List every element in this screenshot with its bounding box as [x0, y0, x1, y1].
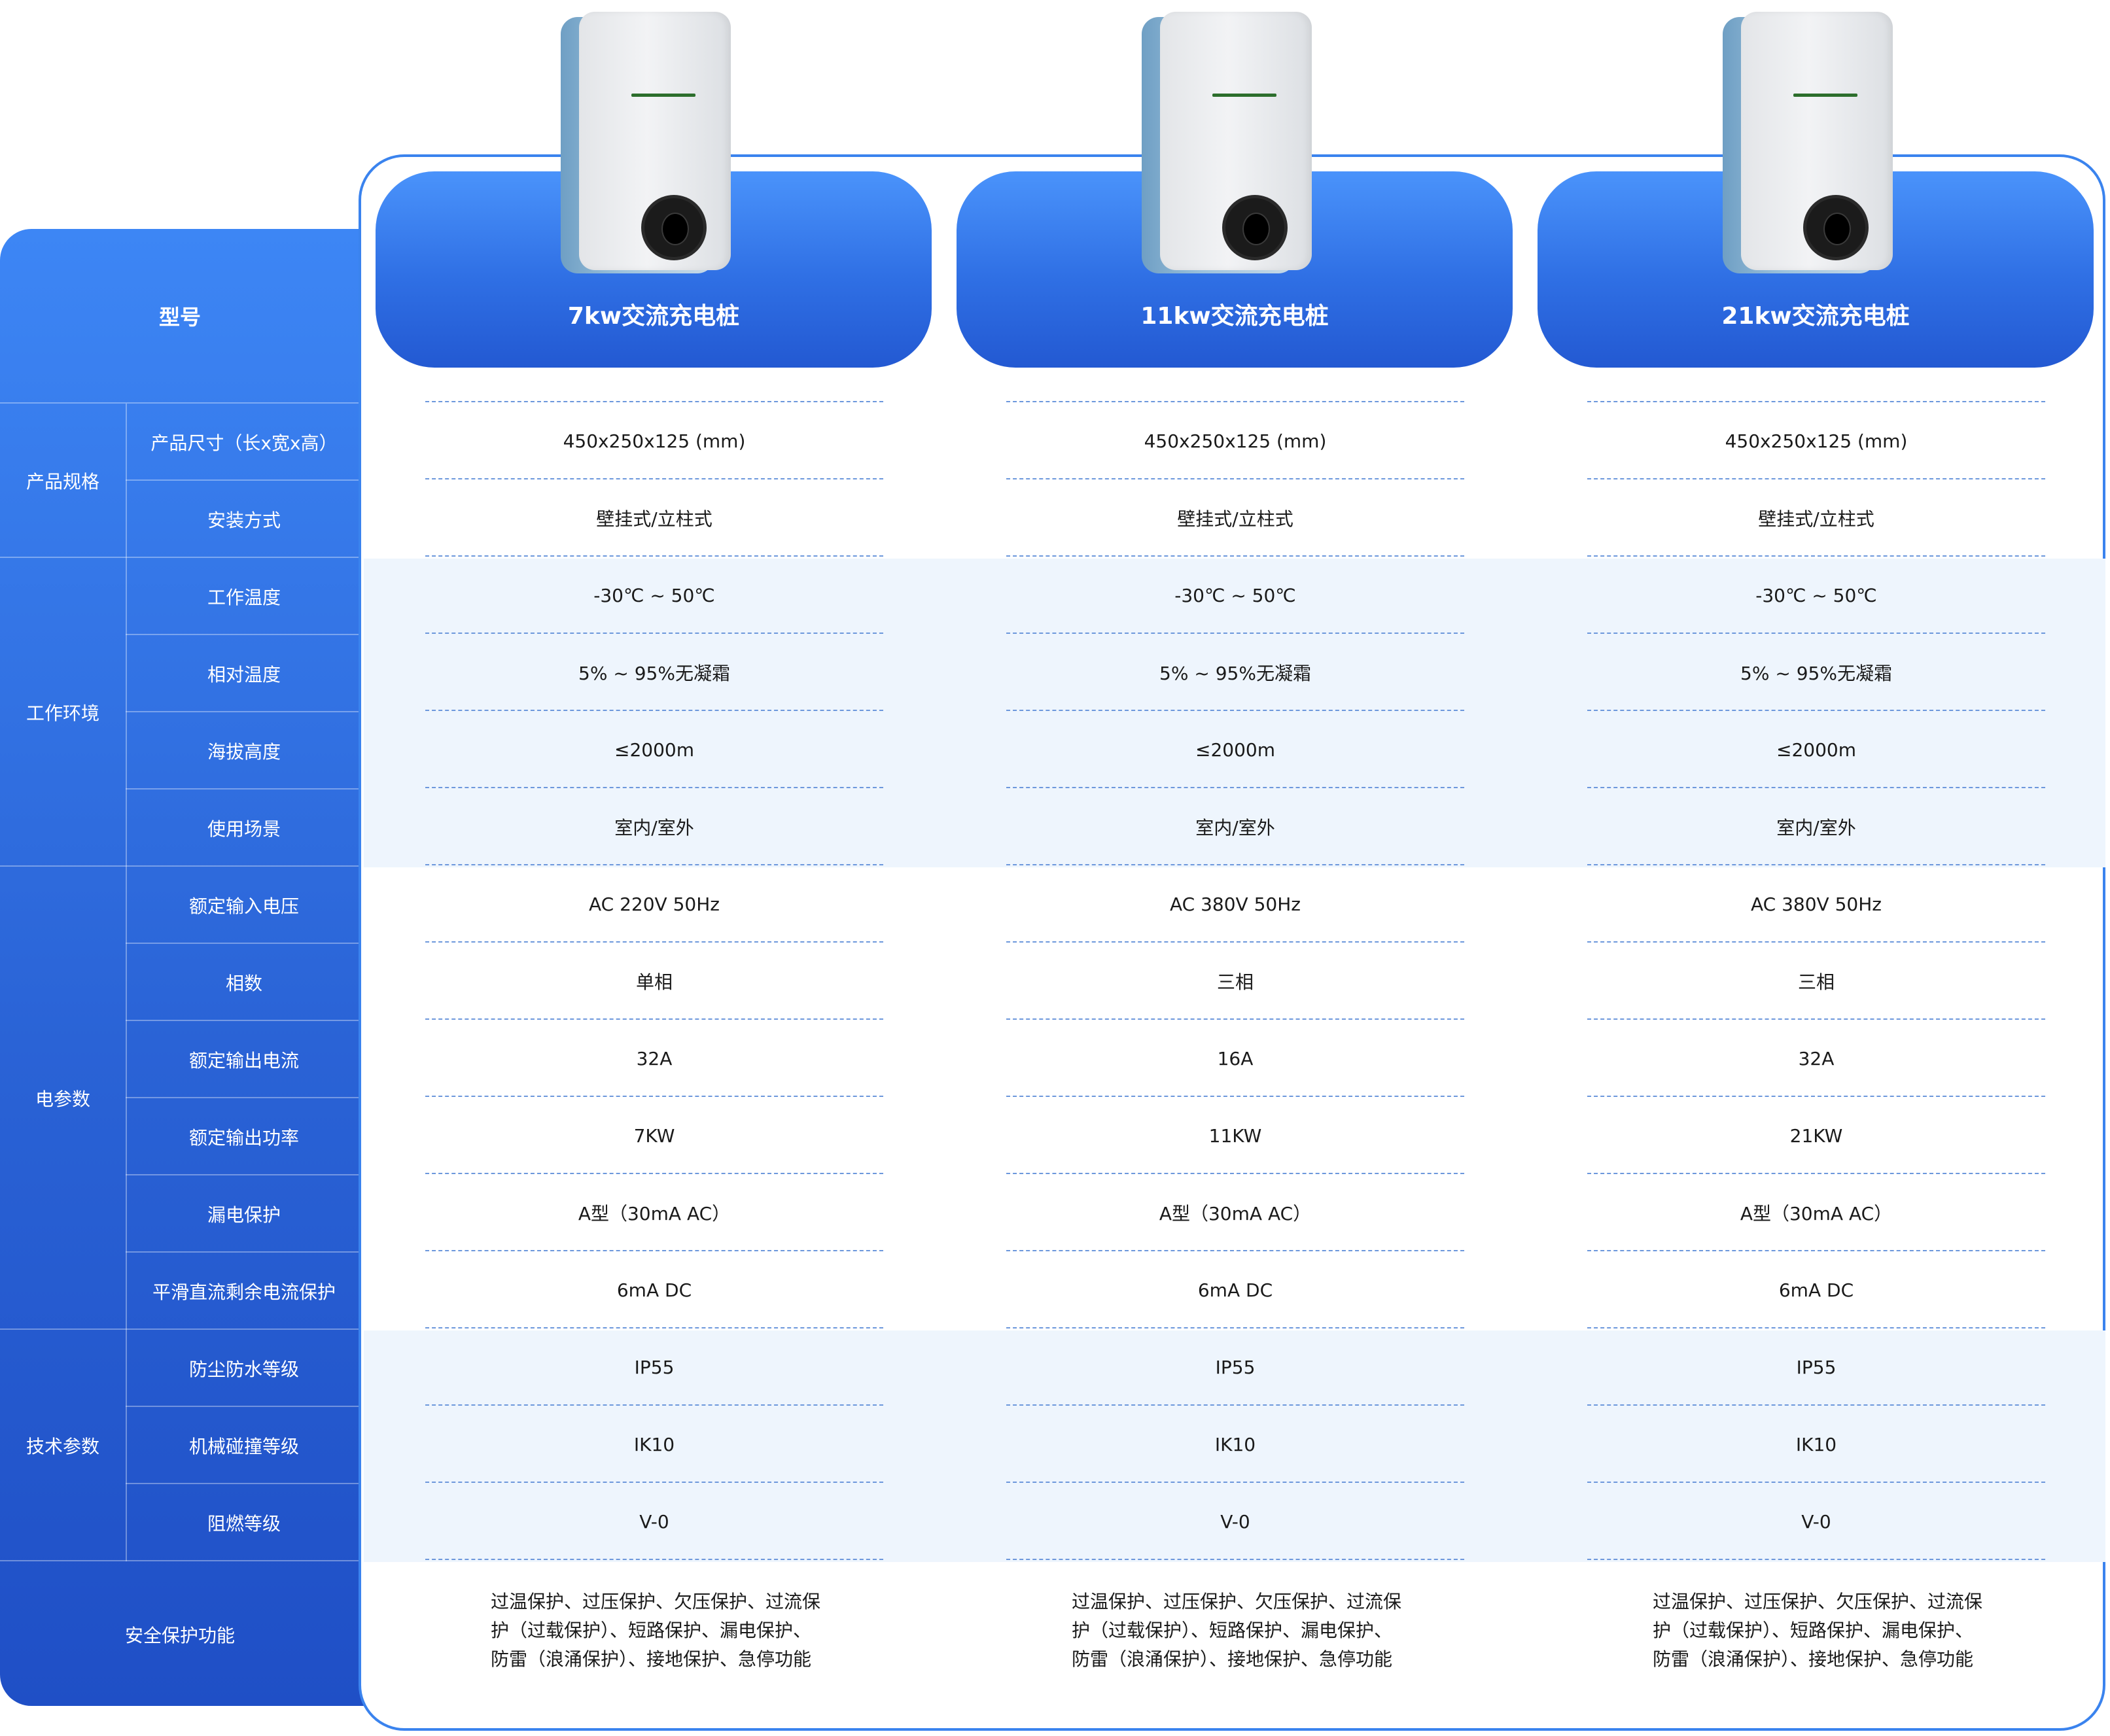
safety-line: 过温保护、过压保护、欠压保护、过流保	[1072, 1591, 1402, 1612]
value-cell: 单相	[635, 971, 673, 993]
row-label: 工作温度	[126, 557, 361, 635]
value-cell: V-0	[639, 1510, 669, 1533]
value-cell: 室内/室外	[614, 817, 694, 839]
value-cell: IP55	[1796, 1356, 1837, 1378]
row-label: 使用场景	[126, 788, 361, 867]
row-label: 机械碰撞等级	[126, 1406, 361, 1484]
model-name: 7kw交流充电桩	[567, 303, 740, 330]
row-label: 额定输出功率	[126, 1097, 361, 1175]
group-label: 产品规格	[0, 402, 126, 558]
value-cell: ≤2000m	[1776, 738, 1856, 761]
status-led-icon	[1212, 94, 1276, 97]
value-cell: 5% ~ 95%无凝霜	[1159, 663, 1311, 684]
safety-line: 护（过载保护）、短路保护、漏电保护、	[1653, 1620, 1974, 1641]
value-cell: A型（30mA AC）	[578, 1203, 731, 1224]
row-label: 产品尺寸（长x宽x高）	[126, 402, 361, 481]
value-cell: A型（30mA AC）	[1740, 1203, 1893, 1224]
value-cell: 壁挂式/立柱式	[1758, 508, 1874, 530]
safety-line: 防雷（浪涌保护）、接地保护、急停功能	[1653, 1648, 1974, 1670]
value-cell: 室内/室外	[1195, 817, 1275, 839]
safety-line: 护（过载保护）、短路保护、漏电保护、	[491, 1620, 812, 1641]
model-name: 11kw交流充电桩	[1140, 303, 1329, 330]
value-cell: 21KW	[1789, 1124, 1843, 1147]
safety-line: 过温保护、过压保护、欠压保护、过流保	[491, 1591, 821, 1612]
value-cell: 5% ~ 95%无凝霜	[578, 663, 730, 684]
charging-socket-icon	[1806, 198, 1865, 257]
value-cell: 6mA DC	[1197, 1279, 1273, 1301]
row-label: 漏电保护	[126, 1174, 361, 1253]
value-cell: 450x250x125 (mm)	[1144, 430, 1327, 452]
value-cell: IP55	[1215, 1356, 1256, 1378]
value-cell: IK10	[1795, 1433, 1837, 1455]
value-cell: 三相	[1797, 971, 1835, 993]
charger-image-11kw	[1142, 12, 1312, 277]
row-label: 海拔高度	[126, 711, 361, 790]
value-cell: 11KW	[1208, 1124, 1262, 1147]
spec-label-panel: 型号 产品规格 产品尺寸（长x宽x高） 安装方式 工作环境 工作温度 相对温度 海拔高度 使用…	[0, 229, 379, 1706]
row-label: 阻燃等级	[126, 1483, 361, 1561]
value-cell: ≤2000m	[1195, 738, 1275, 761]
safety-line: 防雷（浪涌保护）、接地保护、急停功能	[1072, 1648, 1393, 1670]
row-label: 防尘防水等级	[126, 1328, 361, 1407]
value-cell: A型（30mA AC）	[1159, 1203, 1312, 1224]
charging-socket-icon	[1225, 198, 1284, 257]
model-header-label: 型号	[158, 304, 201, 330]
safety-label: 安全保护功能	[0, 1560, 360, 1707]
value-cell: 壁挂式/立柱式	[1177, 508, 1293, 530]
safety-features-text: 过温保护、过压保护、欠压保护、过流保 护（过载保护）、短路保护、漏电保护、 防雷（浪…	[1072, 1588, 1412, 1674]
value-cell: ≤2000m	[614, 738, 694, 761]
charging-socket-icon	[644, 198, 703, 257]
group-label: 电参数	[0, 865, 126, 1330]
row-label: 额定输入电压	[126, 865, 361, 944]
value-cell: 6mA DC	[1778, 1279, 1854, 1301]
charger-image-7kw	[561, 12, 731, 277]
value-cell: 32A	[1798, 1047, 1835, 1069]
value-cell: AC 380V 50Hz	[1170, 893, 1301, 915]
value-cell: AC 380V 50Hz	[1751, 893, 1882, 915]
value-cell: 室内/室外	[1776, 817, 1856, 839]
value-cell: -30℃ ~ 50℃	[593, 584, 715, 606]
value-cell: AC 220V 50Hz	[589, 893, 720, 915]
value-cell: 5% ~ 95%无凝霜	[1740, 663, 1892, 684]
row-label: 相对温度	[126, 634, 361, 712]
value-cell: 壁挂式/立柱式	[596, 508, 712, 530]
row-label: 安装方式	[126, 479, 361, 558]
value-cell: IK10	[1214, 1433, 1256, 1455]
safety-features-text: 过温保护、过压保护、欠压保护、过流保 护（过载保护）、短路保护、漏电保护、 防雷（浪…	[491, 1588, 831, 1674]
value-cell: IP55	[634, 1356, 675, 1378]
value-cell: -30℃ ~ 50℃	[1755, 584, 1877, 606]
value-cell: V-0	[1801, 1510, 1831, 1533]
safety-line: 过温保护、过压保护、欠压保护、过流保	[1653, 1591, 1983, 1612]
safety-features-text: 过温保护、过压保护、欠压保护、过流保 护（过载保护）、短路保护、漏电保护、 防雷（浪…	[1653, 1588, 1993, 1674]
value-cell: IK10	[633, 1433, 675, 1455]
model-name: 21kw交流充电桩	[1721, 303, 1910, 330]
row-label: 额定输出电流	[126, 1020, 361, 1098]
charger-image-21kw	[1723, 12, 1893, 277]
safety-line: 护（过载保护）、短路保护、漏电保护、	[1072, 1620, 1393, 1641]
group-label: 工作环境	[0, 557, 126, 867]
value-cell: 16A	[1217, 1047, 1254, 1069]
value-cell: V-0	[1220, 1510, 1250, 1533]
status-led-icon	[1793, 94, 1857, 97]
group-label: 技术参数	[0, 1328, 126, 1561]
row-label: 相数	[126, 943, 361, 1021]
value-cell: -30℃ ~ 50℃	[1174, 584, 1296, 606]
value-cell: 32A	[636, 1047, 673, 1069]
value-cell: 三相	[1216, 971, 1254, 993]
value-cell: 450x250x125 (mm)	[563, 430, 746, 452]
row-label: 平滑直流剩余电流保护	[126, 1251, 361, 1330]
value-cell: 7KW	[633, 1124, 675, 1147]
status-led-icon	[631, 94, 695, 97]
value-cell: 450x250x125 (mm)	[1725, 430, 1908, 452]
value-cell: 6mA DC	[616, 1279, 692, 1301]
safety-line: 防雷（浪涌保护）、接地保护、急停功能	[491, 1648, 812, 1670]
